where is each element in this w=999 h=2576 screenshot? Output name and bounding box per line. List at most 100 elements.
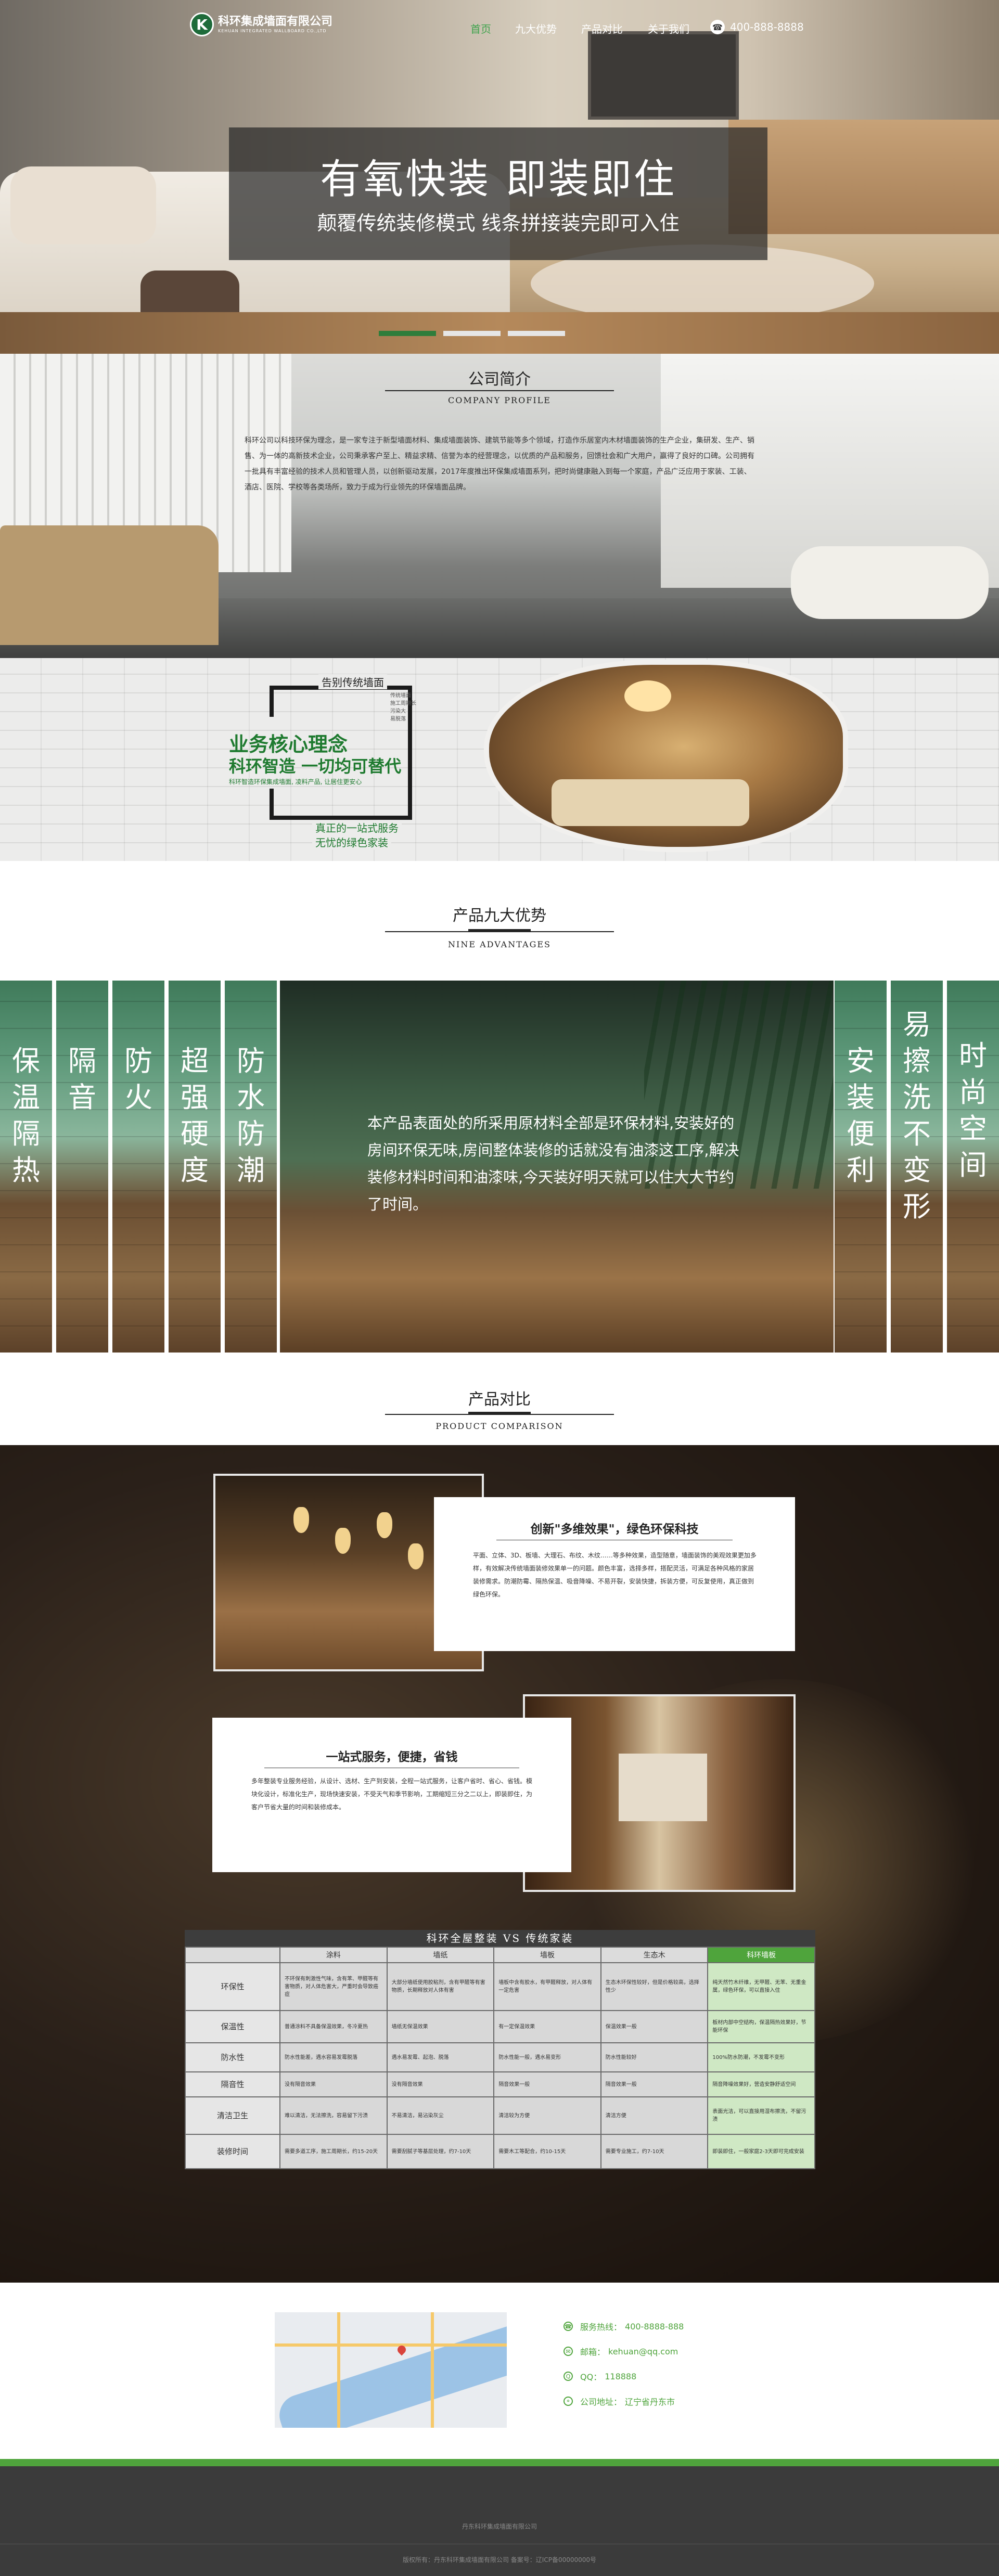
- core-farewell-label: 告别传统墙面: [318, 674, 387, 689]
- advantages-divider-bold: [468, 929, 531, 932]
- advantage-strip-easy-clean[interactable]: 易擦洗不变形: [891, 981, 943, 1353]
- table-cell: 普通涂料不具备保温效果，冬冷夏热: [279, 2010, 388, 2043]
- core-side-notes: 传统墙面 施工周期长 污染大 易脱落: [390, 692, 416, 723]
- table-cell: 需要木工等配合，约10-15天: [493, 2134, 601, 2169]
- table-header-cell-highlight: 科环墙板: [707, 1947, 815, 1963]
- qq-icon: Q: [563, 2372, 573, 2381]
- table-cell: 难以清洁，无法擦洗，容易留下污渍: [279, 2096, 388, 2135]
- location-map[interactable]: [275, 2312, 507, 2428]
- table-header-cell: 生态木: [600, 1947, 709, 1963]
- core-bottom-label-2: 无忧的绿色家装: [312, 834, 391, 849]
- nav-item-about[interactable]: 关于我们: [648, 21, 689, 36]
- advantage-label: 易擦洗不变形: [903, 1008, 931, 1223]
- table-row: 装修时间 需要多道工序，施工周期长，约15-20天 需要刮腻子等基层处理，约7-10…: [185, 2134, 815, 2169]
- nav-phone[interactable]: ☎ 400-888-8888: [710, 20, 804, 34]
- advantage-label: 隔音: [68, 1045, 96, 1114]
- advantage-strip-easy-install[interactable]: 安装便利: [835, 981, 887, 1353]
- advantage-label: 防水防潮: [237, 1045, 265, 1187]
- profile-title: 公司简介: [468, 370, 531, 389]
- company-logo[interactable]: K 科环集成墙面有限公司 KEHUAN INTEGRATED WALLBOARD…: [190, 12, 332, 36]
- logo-tagline: KEHUAN INTEGRATED WALLBOARD CO.,LTD: [218, 29, 327, 33]
- advantage-strip-waterproof[interactable]: 防水防潮: [225, 981, 277, 1353]
- nav-item-advantages[interactable]: 九大优势: [515, 21, 557, 36]
- phone-icon: ☎: [710, 20, 725, 34]
- core-small-text: 科环智造环保集成墙面, 凌料产品, 让居住更安心: [229, 778, 362, 785]
- contact-label: QQ：: [580, 2372, 602, 2382]
- hero-shelf-image: [728, 120, 999, 234]
- table-row-label: 保温性: [185, 2010, 280, 2043]
- table-cell: 有一定保温效果: [493, 2010, 601, 2043]
- logo-name: 科环集成墙面有限公司: [218, 15, 333, 28]
- nav-item-comparison[interactable]: 产品对比: [581, 21, 623, 36]
- table-cell: 需要多道工序，施工周期长，约15-20天: [279, 2134, 388, 2169]
- table-row: 防水性 防水性能差，遇水容易发霉脱落 遇水易发霉、起泡、脱落 防水性能一般，遇水易变形…: [185, 2042, 815, 2072]
- contact-label: 公司地址：: [580, 2397, 622, 2407]
- contact-email[interactable]: ✉ 邮箱： kehuan@qq.com: [563, 2345, 678, 2358]
- contact-value: kehuan@qq.com: [608, 2346, 678, 2356]
- feature-card-one-stop: 一站式服务，便捷，省钱 多年整装专业服务经验，从设计、选材、生产到安装，全程一站…: [212, 1718, 571, 1872]
- table-cell: 纯天然竹木纤维，无甲醛、无苯、无重金属，绿色环保，可以直接入住: [707, 1962, 815, 2011]
- core-side-note: 易脱落: [390, 716, 406, 722]
- table-cell: 隔音降噪效果好，营造安静舒适空间: [707, 2071, 815, 2097]
- advantages-title-en: NINE ADVANTAGES: [448, 939, 551, 949]
- core-side-note: 污染大: [390, 709, 406, 714]
- table-cell: 即装即住，一般家庭2-3天即可完成安装: [707, 2134, 815, 2169]
- advantage-label: 时尚空间: [959, 1039, 987, 1181]
- table-cell: 清洁方便: [600, 2096, 709, 2135]
- nav-item-home[interactable]: 首页: [470, 21, 491, 36]
- table-cell: 大部分墙纸使用胶粘剂，含有甲醛等有害物质，长期释放对人体有害: [386, 1962, 495, 2011]
- table-cell: 不易清洁，易沾染灰尘: [386, 2096, 495, 2135]
- contact-phone[interactable]: ☎ 服务热线： 400-8888-888: [563, 2320, 684, 2333]
- nav-phone-number: 400-888-8888: [730, 21, 804, 33]
- advantage-strip-fashion[interactable]: 时尚空间: [947, 981, 999, 1353]
- table-cell: 没有隔音效果: [386, 2071, 495, 2097]
- comparison-title-en: PRODUCT COMPARISON: [436, 1421, 563, 1431]
- contact-qq[interactable]: Q QQ： 118888: [563, 2370, 636, 2382]
- hero-title: 有氧快装 即装即住: [320, 156, 676, 203]
- table-row-label: 装修时间: [185, 2134, 280, 2169]
- hero-subtitle: 颠覆传统装修模式 线条拼接装完即可入住: [317, 212, 680, 235]
- tv-wall-image: [619, 1754, 707, 1821]
- advantage-strip-insulation[interactable]: 保温隔热: [0, 981, 52, 1353]
- table-header-cell: 墙板: [493, 1947, 601, 1963]
- feature-card-text: 多年整装专业服务经验，从设计、选材、生产到安装，全程一站式服务，让客户省时、省心…: [251, 1778, 533, 1811]
- feature-card-title: 创新"多维效果"，绿色环保科技: [530, 1522, 699, 1536]
- chandelier-image: [624, 680, 671, 712]
- advantage-detail-text: 本产品表面处的所采用原材料全部是环保材料,安装好的房间环保无味,房间整体装修的话…: [367, 1114, 739, 1213]
- footer-copyright: 丹东科环集成墙面有限公司: [462, 2523, 537, 2530]
- advantage-strip-soundproof[interactable]: 隔音: [56, 981, 108, 1353]
- table-cell: 保温效果一般: [600, 2010, 709, 2043]
- table-cell: 遇水易发霉、起泡、脱落: [386, 2042, 495, 2072]
- map-road: [431, 2312, 434, 2428]
- footer-accent-bar: [0, 2459, 999, 2466]
- table-cell: 隔音效果一般: [600, 2071, 709, 2097]
- advantage-strip-fireproof[interactable]: 防火: [112, 981, 164, 1353]
- table-cell: 表面光洁，可以直接用湿布擦洗，不留污渍: [707, 2096, 815, 2135]
- footer-icp: 版权所有：丹东科环集成墙面有限公司 备案号：辽ICP备00000000号: [402, 2556, 597, 2564]
- living-sofa-image: [552, 779, 749, 826]
- slide-dot-2[interactable]: [443, 331, 501, 336]
- logo-k-icon: K: [190, 12, 214, 36]
- contact-address[interactable]: ⌖ 公司地址： 辽宁省丹东市: [563, 2395, 675, 2407]
- comparison-title: 产品对比: [468, 1390, 531, 1409]
- table-cell: 板材内部中空结构，保温隔热效果好，节能环保: [707, 2010, 815, 2043]
- lantern-image: [377, 1512, 392, 1538]
- top-navigation: K 科环集成墙面有限公司 KEHUAN INTEGRATED WALLBOARD…: [0, 0, 999, 57]
- table-cell: 防水性能差，遇水容易发霉脱落: [279, 2042, 388, 2072]
- table-cell: 清洁较为方便: [493, 2096, 601, 2135]
- email-icon: ✉: [563, 2347, 573, 2356]
- lantern-image: [408, 1543, 424, 1569]
- advantage-label: 保温隔热: [12, 1045, 40, 1187]
- table-header-cell: [185, 1947, 280, 1963]
- lantern-image: [335, 1528, 351, 1554]
- feature-card-title: 一站式服务，便捷，省钱: [326, 1750, 458, 1764]
- slide-dot-1[interactable]: [379, 331, 436, 336]
- table-row-label: 隔音性: [185, 2071, 280, 2097]
- slide-dot-3[interactable]: [508, 331, 565, 336]
- advantage-strip-hardness[interactable]: 超强硬度: [169, 981, 221, 1353]
- map-river: [275, 2318, 507, 2428]
- phone-icon: ☎: [563, 2322, 573, 2331]
- table-row: 保温性 普通涂料不具备保温效果，冬冷夏热 墙纸无保温效果 有一定保温效果 保温效果一般板…: [185, 2010, 815, 2043]
- table-cell: 100%防水防潮，不发霉不变形: [707, 2042, 815, 2072]
- core-subheading: 科环智造 一切均可替代: [229, 756, 402, 776]
